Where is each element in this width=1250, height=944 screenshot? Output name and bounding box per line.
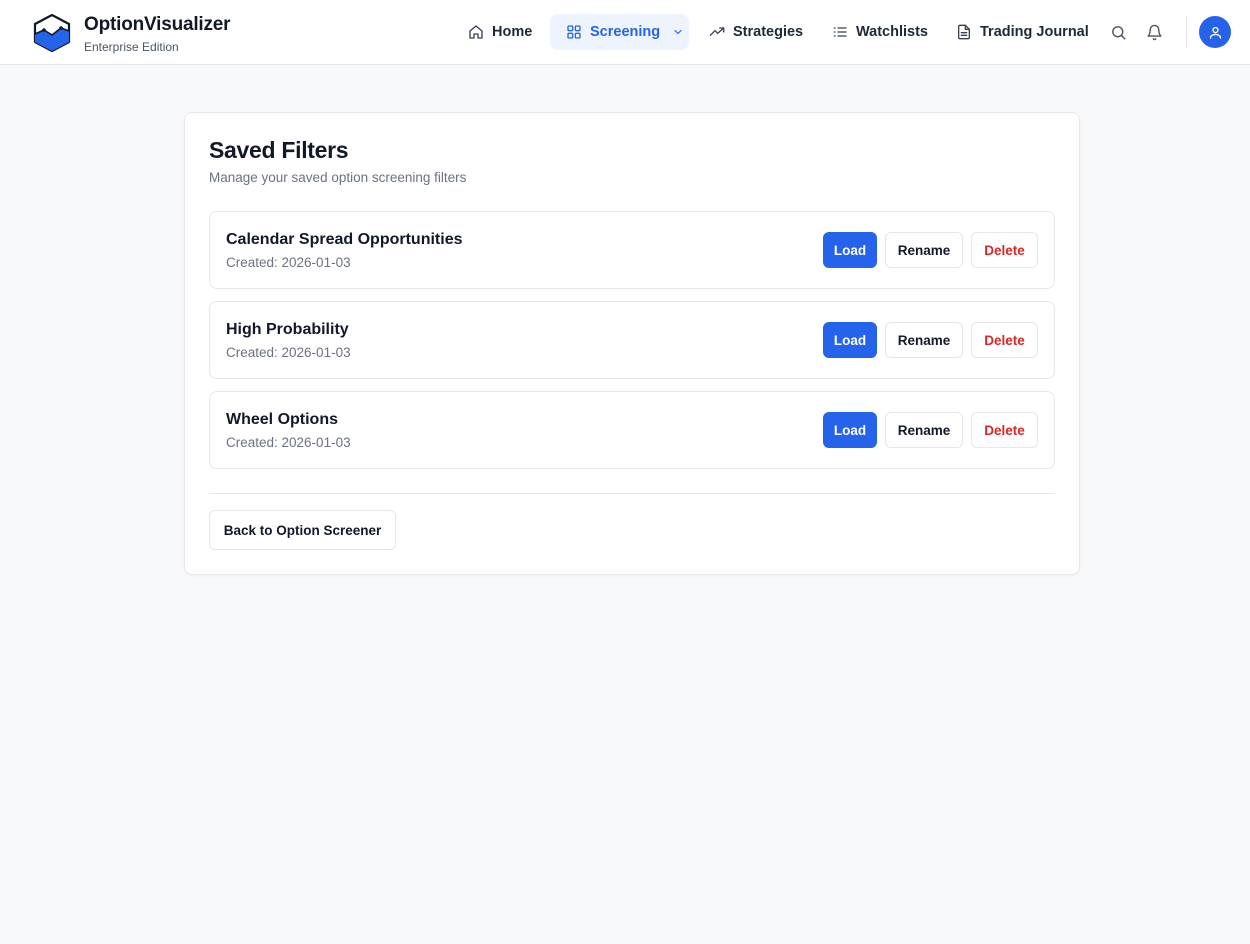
nav-home[interactable]: Home <box>452 14 548 50</box>
delete-button[interactable]: Delete <box>971 412 1038 448</box>
user-icon <box>1209 26 1221 39</box>
grid-icon <box>567 25 581 39</box>
delete-button[interactable]: Delete <box>971 322 1038 358</box>
nav-strategies[interactable]: Strategies <box>693 14 819 50</box>
notifications-button[interactable] <box>1142 20 1166 44</box>
nav-home-label: Home <box>492 24 533 40</box>
page-title: Saved Filters <box>209 137 349 163</box>
rename-button[interactable]: Rename <box>885 412 963 448</box>
nav-watchlists[interactable]: Watchlists <box>816 14 944 50</box>
nav-strategies-label: Strategies <box>733 24 804 40</box>
filter-name: Wheel Options <box>226 411 338 428</box>
list-icon <box>833 27 847 37</box>
back-to-option-screener-button[interactable]: Back to Option Screener <box>209 510 396 550</box>
filter-name: High Probability <box>226 321 349 338</box>
page-subtitle: Manage your saved option screening filte… <box>209 170 467 185</box>
load-button[interactable]: Load <box>823 232 877 268</box>
load-button[interactable]: Load <box>823 322 877 358</box>
user-avatar[interactable] <box>1199 16 1231 48</box>
app-logo-icon <box>33 13 71 53</box>
bell-icon <box>1146 24 1162 40</box>
rename-button[interactable]: Rename <box>885 322 963 358</box>
trending-up-icon <box>709 27 725 36</box>
rename-button[interactable]: Rename <box>885 232 963 268</box>
nav-trading-journal-label: Trading Journal <box>980 24 1089 40</box>
filter-name: Calendar Spread Opportunities <box>226 231 463 248</box>
search-button[interactable] <box>1106 20 1130 44</box>
app-name: OptionVisualizer <box>84 14 231 35</box>
filter-item: High Probability Created: 2026-01-03 Loa… <box>209 301 1055 379</box>
filter-item: Calendar Spread Opportunities Created: 2… <box>209 211 1055 289</box>
filter-created-date: Created: 2026-01-03 <box>226 255 351 270</box>
chevron-down-icon <box>674 29 682 35</box>
document-icon <box>958 24 970 40</box>
nav-screening-label: Screening <box>590 24 661 40</box>
delete-button[interactable]: Delete <box>971 232 1038 268</box>
filter-created-date: Created: 2026-01-03 <box>226 435 351 450</box>
nav-watchlists-label: Watchlists <box>856 24 928 40</box>
saved-filters-card: Saved Filters Manage your saved option s… <box>184 112 1080 575</box>
section-divider <box>209 493 1055 494</box>
top-navigation-bar: OptionVisualizer Enterprise Edition Home… <box>0 0 1250 65</box>
load-button[interactable]: Load <box>823 412 877 448</box>
filter-created-date: Created: 2026-01-03 <box>226 345 351 360</box>
app-edition: Enterprise Edition <box>84 40 179 54</box>
nav-screening[interactable]: Screening <box>550 14 689 50</box>
filter-item: Wheel Options Created: 2026-01-03 Load R… <box>209 391 1055 469</box>
search-icon <box>1111 25 1126 40</box>
home-icon <box>469 25 483 39</box>
header-divider <box>1186 16 1187 48</box>
nav-trading-journal[interactable]: Trading Journal <box>940 14 1105 50</box>
